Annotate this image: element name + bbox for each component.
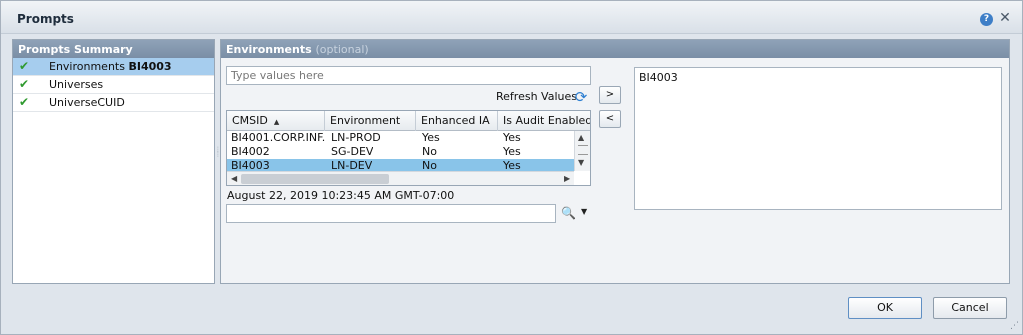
table-cell: SG-DEV [331, 145, 374, 158]
prompts-dialog: Prompts ? ✕ Prompts Summary ✔ Environmen… [0, 0, 1023, 335]
panel-splitter-handle[interactable]: ⋮ ⋮ [215, 147, 221, 169]
table-header: CMSID ▲ Environment Enhanced IA Is Audit … [227, 111, 590, 131]
summary-item-label: Environments [49, 60, 125, 73]
resize-grip-icon[interactable]: ⋰ [1010, 321, 1020, 331]
scroll-left-icon[interactable]: ◀ [231, 172, 237, 185]
table-cell: BI4002 [231, 145, 270, 158]
search-input[interactable] [226, 204, 556, 223]
table-row[interactable]: BI4002 SG-DEV No Yes [227, 145, 574, 159]
environments-table: CMSID ▲ Environment Enhanced IA Is Audit … [226, 110, 591, 186]
table-cell: Yes [422, 131, 440, 144]
scroll-thumb[interactable] [578, 145, 588, 155]
remove-value-button[interactable]: < [599, 110, 621, 128]
close-icon[interactable]: ✕ [998, 10, 1012, 26]
binoculars-search-icon[interactable]: 🔍 [561, 206, 576, 220]
dialog-titlebar: Prompts ? ✕ [1, 1, 1022, 34]
column-header-audit-enabled[interactable]: Is Audit Enabled [498, 111, 590, 131]
refresh-values-link[interactable]: Refresh Values [496, 90, 577, 106]
dialog-title: Prompts [17, 12, 74, 26]
table-vertical-scrollbar[interactable]: ▲ ▼ [574, 131, 590, 171]
table-cell: LN-PROD [331, 131, 381, 144]
ok-button[interactable]: OK [848, 297, 922, 319]
scroll-right-icon[interactable]: ▶ [564, 172, 570, 185]
summary-item-universecuid[interactable]: ✔ UniverseCUID [13, 94, 214, 112]
scroll-up-icon[interactable]: ▲ [578, 133, 584, 142]
table-cell: Yes [503, 131, 521, 144]
table-cell: No [422, 145, 437, 158]
check-icon: ✔ [19, 95, 30, 109]
table-horizontal-scrollbar[interactable]: ◀ ▶ [227, 171, 574, 185]
summary-item-environments[interactable]: ✔ Environments BI4003 [13, 58, 214, 76]
environments-panel: Environments (optional) Type values here… [220, 39, 1010, 284]
table-row[interactable]: BI4001.CORP.INF... LN-PROD Yes Yes [227, 131, 574, 145]
summary-item-label: UniverseCUID [49, 96, 125, 109]
chevron-down-icon[interactable]: ▼ [581, 207, 587, 216]
refresh-timestamp: August 22, 2019 10:23:45 AM GMT-07:00 [227, 189, 455, 202]
summary-item-universes[interactable]: ✔ Universes [13, 76, 214, 94]
environments-header: Environments (optional) [221, 40, 1009, 58]
type-values-input[interactable]: Type values here [226, 66, 591, 85]
refresh-icon[interactable]: ⟳ [573, 89, 589, 105]
check-icon: ✔ [19, 77, 30, 91]
prompts-summary-header: Prompts Summary [13, 40, 214, 58]
environments-optional-label: (optional) [315, 43, 369, 56]
check-icon: ✔ [19, 59, 30, 73]
scroll-thumb[interactable] [241, 174, 389, 184]
column-header-environment[interactable]: Environment [325, 111, 416, 131]
sort-ascending-icon: ▲ [273, 118, 280, 126]
column-header-cmsid[interactable]: CMSID ▲ [227, 111, 325, 131]
summary-item-value: BI4003 [128, 60, 172, 73]
help-icon[interactable]: ? [980, 13, 993, 26]
summary-item-label: Universes [49, 78, 104, 91]
environments-header-title: Environments [226, 43, 312, 56]
add-value-button[interactable]: > [599, 86, 621, 104]
prompts-summary-panel: Prompts Summary ✔ Environments BI4003 ✔ … [12, 39, 215, 284]
selected-values-list[interactable]: BI4003 [634, 67, 1002, 210]
table-cell: Yes [503, 145, 521, 158]
cancel-button[interactable]: Cancel [933, 297, 1007, 319]
table-cell: BI4001.CORP.INF... [231, 131, 325, 144]
column-header-enhanced-ia[interactable]: Enhanced IA [416, 111, 498, 131]
list-item[interactable]: BI4003 [639, 71, 678, 84]
scroll-down-icon[interactable]: ▼ [578, 158, 584, 167]
